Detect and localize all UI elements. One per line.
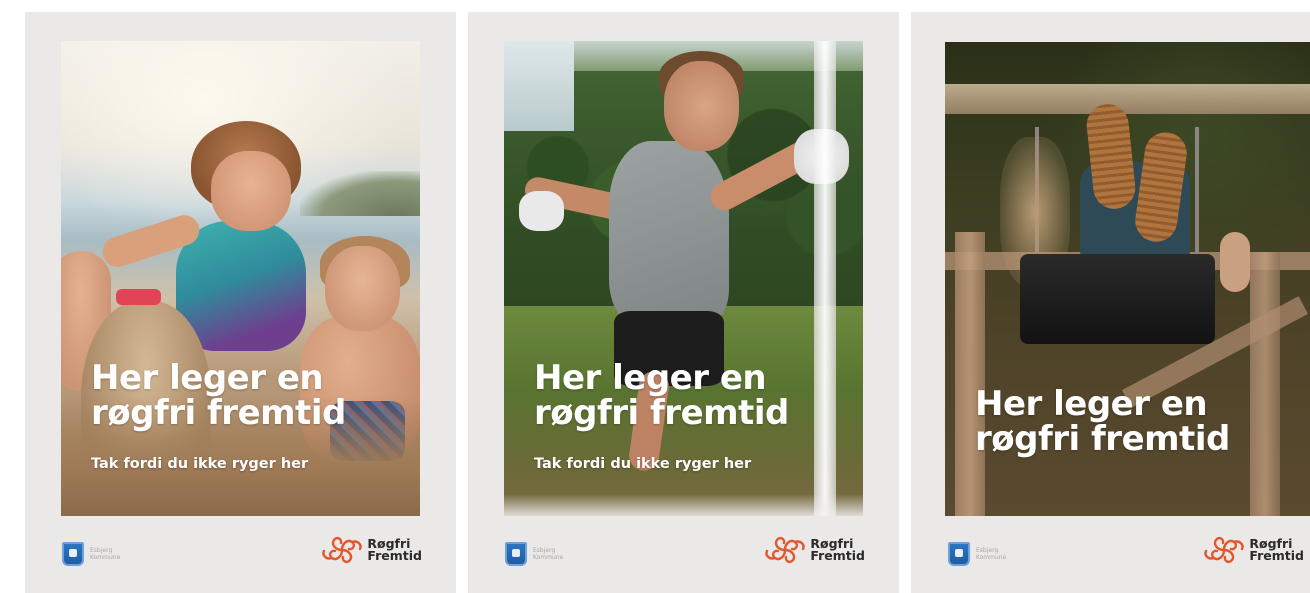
rogfri-fremtid-logo: Røgfri Fremtid <box>763 531 865 569</box>
poster-headline: Her leger en røgfri fremtid <box>91 361 346 431</box>
crest-icon <box>948 542 970 566</box>
kommune-label: Kommune <box>90 554 121 561</box>
headline-line-1: Her leger en <box>534 358 767 398</box>
esbjerg-kommune-logo: Esbjerg Kommune <box>62 542 120 566</box>
photo-girl-on-swing: Her leger en røgfri fremtid <box>945 42 1310 516</box>
kommune-name: Esbjerg <box>90 547 113 554</box>
poster-beach: Her leger en røgfri fremtid Tak fordi du… <box>25 12 456 593</box>
poster-swing: Her leger en røgfri fremtid Esbjerg Komm… <box>911 12 1310 593</box>
crest-icon <box>62 542 84 566</box>
brand-name-line-2: Fremtid <box>1249 548 1304 563</box>
headline-line-1: Her leger en <box>91 358 324 398</box>
headline-line-1: Her leger en <box>975 384 1208 424</box>
poster-tagline: Tak fordi du ikke ryger her <box>534 456 752 472</box>
poster-soccer: Her leger en røgfri fremtid Tak fordi du… <box>468 12 899 593</box>
photo-boy-goalkeeper: Her leger en røgfri fremtid Tak fordi du… <box>504 41 863 516</box>
poster-gallery: Her leger en røgfri fremtid Tak fordi du… <box>0 0 1310 593</box>
rogfri-fremtid-logo: Røgfri Fremtid <box>320 531 422 569</box>
kommune-name: Esbjerg <box>976 547 999 554</box>
kommune-label: Kommune <box>976 554 1007 561</box>
kommune-label: Kommune <box>533 554 564 561</box>
brand-name-line-2: Fremtid <box>810 548 865 563</box>
poster-tagline: Tak fordi du ikke ryger her <box>91 456 309 472</box>
swirl-logo-icon <box>765 536 806 564</box>
rogfri-fremtid-logo: Røgfri Fremtid <box>1202 531 1304 569</box>
headline-line-2: røgfri fremtid <box>975 419 1230 459</box>
poster-headline: Her leger en røgfri fremtid <box>975 387 1230 457</box>
kommune-name: Esbjerg <box>533 547 556 554</box>
esbjerg-kommune-logo: Esbjerg Kommune <box>505 542 563 566</box>
swirl-logo-icon <box>1204 536 1245 564</box>
brand-name-line-2: Fremtid <box>367 548 422 563</box>
headline-line-2: røgfri fremtid <box>534 393 789 433</box>
photo-children-building-sandcastle: Her leger en røgfri fremtid Tak fordi du… <box>61 41 420 516</box>
swirl-logo-icon <box>322 536 363 564</box>
esbjerg-kommune-logo: Esbjerg Kommune <box>948 542 1006 566</box>
poster-headline: Her leger en røgfri fremtid <box>534 361 789 431</box>
crest-icon <box>505 542 527 566</box>
headline-line-2: røgfri fremtid <box>91 393 346 433</box>
